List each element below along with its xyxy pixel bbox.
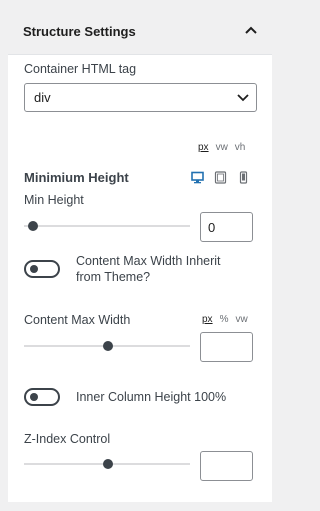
z-index-input[interactable] [200, 451, 253, 481]
mobile-icon[interactable] [237, 171, 250, 184]
min-height-units: px vw vh [191, 142, 245, 153]
content-width-inherit-label: Content Max Width Inherit from Theme? [76, 253, 221, 285]
content-width-inherit-label-line2: from Theme? [76, 270, 151, 284]
min-height-label: Min Height [24, 193, 84, 207]
content-max-width-slider-thumb[interactable] [103, 341, 113, 351]
panel-header[interactable]: Structure Settings [8, 8, 272, 55]
z-index-label: Z-Index Control [24, 432, 111, 446]
min-height-value: 0 [208, 220, 216, 235]
min-height-title: Minimium Height [24, 170, 129, 185]
chevron-down-icon [236, 90, 250, 104]
content-max-width-input[interactable] [200, 332, 253, 362]
inner-column-height-toggle[interactable] [24, 388, 60, 406]
unit-vw[interactable]: vw [235, 314, 247, 325]
content-max-width-units: px% vw [195, 314, 248, 325]
min-height-input[interactable]: 0 [200, 212, 253, 242]
unit-vw[interactable]: vw [216, 142, 228, 153]
chevron-up-icon[interactable] [242, 22, 260, 40]
min-height-slider-track[interactable] [24, 225, 190, 227]
html-tag-value: div [34, 90, 51, 105]
html-tag-label: Container HTML tag [24, 62, 137, 76]
structure-settings-panel: Structure Settings Container HTML tag di… [8, 8, 272, 502]
min-height-slider-thumb[interactable] [28, 221, 38, 231]
unit-px[interactable]: px [202, 314, 213, 325]
tablet-icon[interactable] [214, 171, 227, 184]
desktop-icon[interactable] [191, 171, 204, 184]
z-index-slider-thumb[interactable] [103, 459, 113, 469]
toggle-knob [30, 393, 38, 401]
unit-px[interactable]: px [198, 142, 209, 153]
unit-percent[interactable]: % [220, 314, 229, 325]
content-width-inherit-toggle[interactable] [24, 260, 60, 278]
content-max-width-label: Content Max Width [24, 313, 131, 327]
inner-column-height-label: Inner Column Height 100% [76, 390, 227, 404]
panel-title: Structure Settings [23, 24, 136, 39]
unit-vh[interactable]: vh [235, 142, 246, 153]
html-tag-select[interactable]: div [24, 83, 257, 112]
content-width-inherit-label-line1: Content Max Width Inherit [76, 254, 221, 268]
toggle-knob [30, 265, 38, 273]
